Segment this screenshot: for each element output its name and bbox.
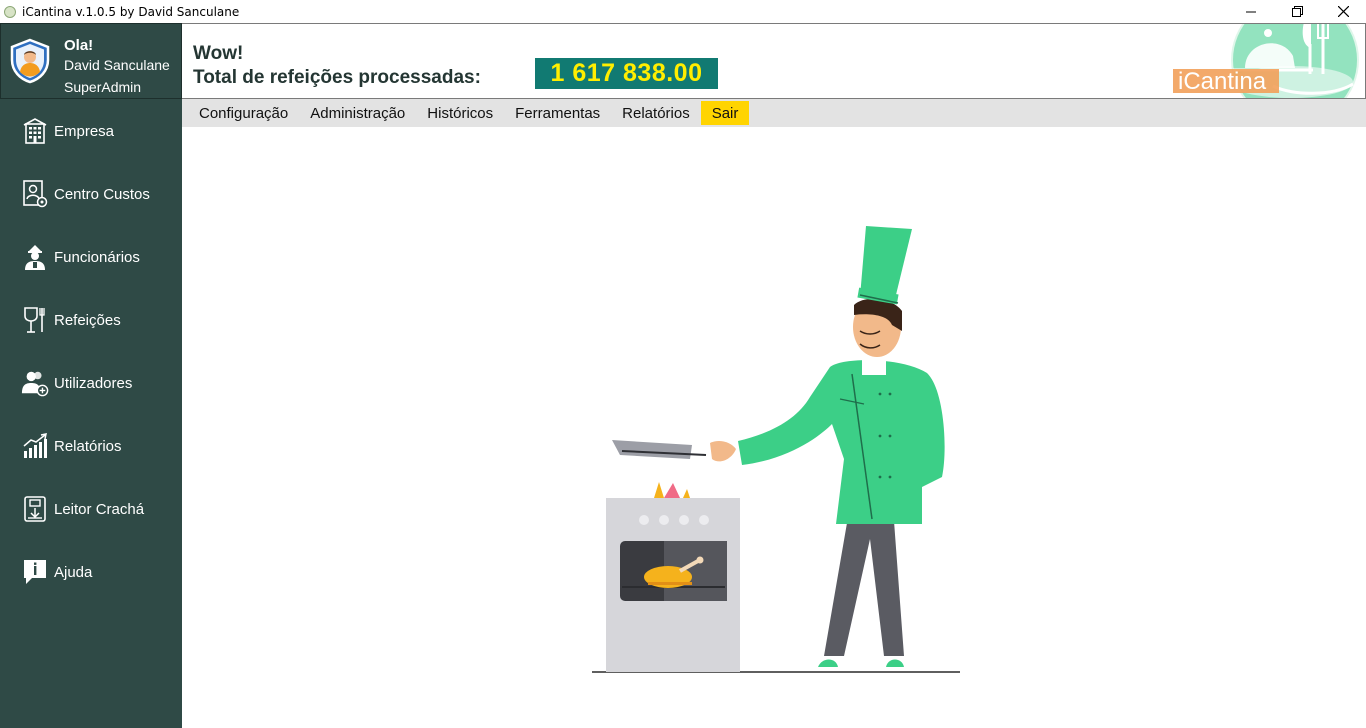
user-panel: Ola! David Sanculane SuperAdmin <box>0 23 182 99</box>
user-role: SuperAdmin <box>64 79 142 95</box>
total-meals-label: Total de refeições processadas: <box>193 67 481 88</box>
users-icon <box>21 369 49 397</box>
user-greeting: Ola! <box>64 37 94 54</box>
sidebar-item-empresa[interactable]: Empresa <box>0 106 182 156</box>
menu-bar: Configuração Administração Históricos Fe… <box>182 99 1366 127</box>
building-icon <box>21 117 49 145</box>
main-content <box>182 127 1366 728</box>
sidebar-item-label: Relatórios <box>54 437 122 455</box>
window-title: iCantina v.1.0.5 by David Sanculane <box>22 4 240 19</box>
cost-center-icon <box>21 180 49 208</box>
total-meals-counter: 1 617 838.00 <box>535 58 718 89</box>
restore-icon <box>1291 6 1303 17</box>
chef-cooking-illustration <box>592 226 960 673</box>
sidebar-item-label: Ajuda <box>54 563 93 581</box>
wow-text: Wow! <box>193 43 244 64</box>
sidebar-item-funcionarios[interactable]: Funcionários <box>0 232 182 282</box>
sidebar-item-label: Utilizadores <box>54 374 133 392</box>
meal-icon <box>21 306 49 334</box>
menu-relatorios[interactable]: Relatórios <box>611 101 701 125</box>
sidebar-item-refeicoes[interactable]: Refeições <box>0 295 182 345</box>
badge-reader-icon <box>21 495 49 523</box>
user-name: David Sanculane <box>64 57 170 73</box>
close-icon <box>1337 6 1349 17</box>
app-icon <box>4 5 16 18</box>
logo-text: iCantina <box>1178 68 1267 95</box>
menu-configuracao[interactable]: Configuração <box>188 101 299 125</box>
app-window: iCantina v.1.0.5 by David Sanculane Ola! <box>0 0 1366 728</box>
title-bar: iCantina v.1.0.5 by David Sanculane <box>0 0 1366 23</box>
menu-historicos[interactable]: Históricos <box>416 101 504 125</box>
restore-button[interactable] <box>1274 0 1320 23</box>
sidebar-item-label: Centro Custos <box>54 185 150 203</box>
sidebar-item-centro-custos[interactable]: Centro Custos <box>0 169 182 219</box>
sidebar: Ola! David Sanculane SuperAdmin Empresa … <box>0 23 182 728</box>
sidebar-item-ajuda[interactable]: Ajuda <box>0 547 182 597</box>
window-controls <box>1228 0 1366 23</box>
sidebar-item-label: Refeições <box>54 311 121 329</box>
sidebar-item-relatorios[interactable]: Relatórios <box>0 421 182 471</box>
header: Wow! Total de refeições processadas: 1 6… <box>182 0 1366 124</box>
sidebar-item-label: Funcionários <box>54 248 140 266</box>
menu-sair[interactable]: Sair <box>700 101 750 125</box>
minimize-icon <box>1246 11 1256 12</box>
sidebar-item-label: Leitor Crachá <box>54 500 145 518</box>
minimize-button[interactable] <box>1228 0 1274 23</box>
chart-icon <box>21 432 49 460</box>
sidebar-item-utilizadores[interactable]: Utilizadores <box>0 358 182 408</box>
sidebar-item-label: Empresa <box>54 122 115 140</box>
user-shield-avatar-icon <box>10 38 50 84</box>
employee-icon <box>21 243 49 271</box>
close-button[interactable] <box>1320 0 1366 23</box>
icantina-logo: iCantina <box>1173 0 1363 124</box>
sidebar-item-leitor-cracha[interactable]: Leitor Crachá <box>0 484 182 534</box>
menu-administracao[interactable]: Administração <box>299 101 416 125</box>
menu-ferramentas[interactable]: Ferramentas <box>504 101 611 125</box>
help-icon <box>21 558 49 586</box>
